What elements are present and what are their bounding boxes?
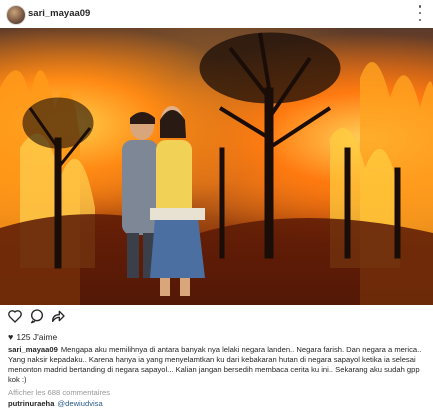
post-photo[interactable] [0, 28, 433, 305]
heart-small-icon: ♥ [8, 332, 14, 342]
heart-outline-icon[interactable] [7, 308, 23, 324]
post-caption: sari_mayaa09 Mengapa aku memilihnya di an… [8, 345, 426, 385]
like-count[interactable]: ♥ 125 J'aime [8, 332, 57, 342]
post-header: sari_mayaa09 [0, 0, 433, 28]
post-username[interactable]: sari_mayaa09 [28, 8, 90, 19]
share-icon[interactable] [50, 308, 66, 324]
avatar[interactable] [6, 5, 26, 25]
fire-scene [0, 32, 433, 305]
couple-figures [122, 106, 205, 296]
post-actions [0, 306, 433, 328]
caption-username[interactable]: sari_mayaa09 [8, 345, 58, 354]
caption-text: Mengapa aku memilihnya di antara banyak … [8, 345, 422, 384]
comment-icon[interactable] [29, 308, 45, 324]
view-all-comments-link[interactable]: Afficher les 688 commentaires [8, 388, 110, 397]
like-count-label: 125 J'aime [16, 332, 58, 342]
more-vertical-icon[interactable] [415, 5, 425, 21]
